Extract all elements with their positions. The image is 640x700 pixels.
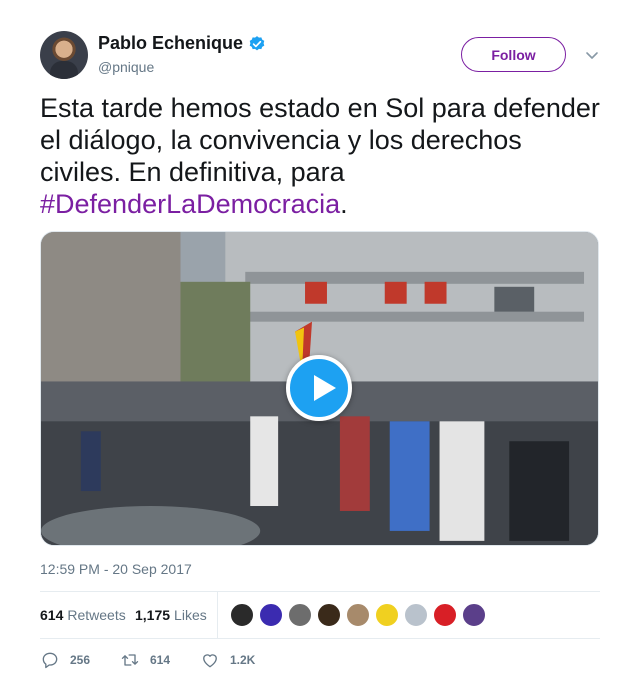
engagement-stats: 614 Retweets 1,175 Likes: [40, 591, 600, 639]
liker-avatar[interactable]: [288, 603, 312, 627]
retweet-count: 614: [150, 653, 171, 667]
likes-count: 1,175: [135, 607, 171, 623]
retweet-icon: [121, 654, 139, 666]
tweet-timestamp[interactable]: 12:59 PM - 20 Sep 2017: [40, 561, 192, 577]
stats-divider: [217, 592, 218, 638]
like-count: 1.2K: [230, 653, 256, 667]
follow-button[interactable]: Follow: [461, 37, 566, 72]
liker-avatar[interactable]: [346, 603, 370, 627]
reply-count: 256: [70, 653, 91, 667]
author-avatar[interactable]: [40, 31, 88, 79]
tweet-text: Esta tarde hemos estado en Sol para defe…: [40, 92, 600, 220]
retweets-label: Retweets: [67, 607, 126, 623]
tweet-actions: 256 614 1.2K: [40, 650, 600, 674]
retweet-action[interactable]: 614: [120, 650, 170, 670]
retweets-stat[interactable]: 614 Retweets: [40, 607, 126, 623]
tweet-body: Esta tarde hemos estado en Sol para defe…: [40, 93, 600, 187]
liker-avatar[interactable]: [317, 603, 341, 627]
liker-avatars: [230, 603, 491, 627]
liker-avatar[interactable]: [404, 603, 428, 627]
heart-icon: [203, 654, 217, 668]
liker-avatar[interactable]: [433, 603, 457, 627]
like-action[interactable]: 1.2K: [200, 650, 255, 670]
tweet-header: Pablo Echenique @pnique Follow: [40, 31, 600, 81]
video-player[interactable]: [40, 231, 599, 546]
liker-avatar[interactable]: [230, 603, 254, 627]
reply-icon: [42, 652, 58, 669]
author-handle[interactable]: @pnique: [98, 59, 154, 75]
liker-avatar[interactable]: [259, 603, 283, 627]
likes-label: Likes: [174, 607, 207, 623]
verified-badge-icon: [249, 35, 265, 50]
reply-action[interactable]: 256: [40, 650, 90, 670]
play-button[interactable]: [286, 355, 352, 421]
chevron-down-icon[interactable]: [584, 47, 600, 63]
retweets-count: 614: [40, 607, 64, 623]
hashtag-link[interactable]: #DefenderLaDemocracia: [40, 189, 340, 219]
name-row: Pablo Echenique: [98, 33, 266, 54]
author-display-name[interactable]: Pablo Echenique: [98, 33, 243, 54]
likes-stat[interactable]: 1,175 Likes: [135, 607, 207, 623]
liker-avatar[interactable]: [462, 603, 486, 627]
tweet-trailing: .: [340, 189, 348, 219]
liker-avatar[interactable]: [375, 603, 399, 627]
